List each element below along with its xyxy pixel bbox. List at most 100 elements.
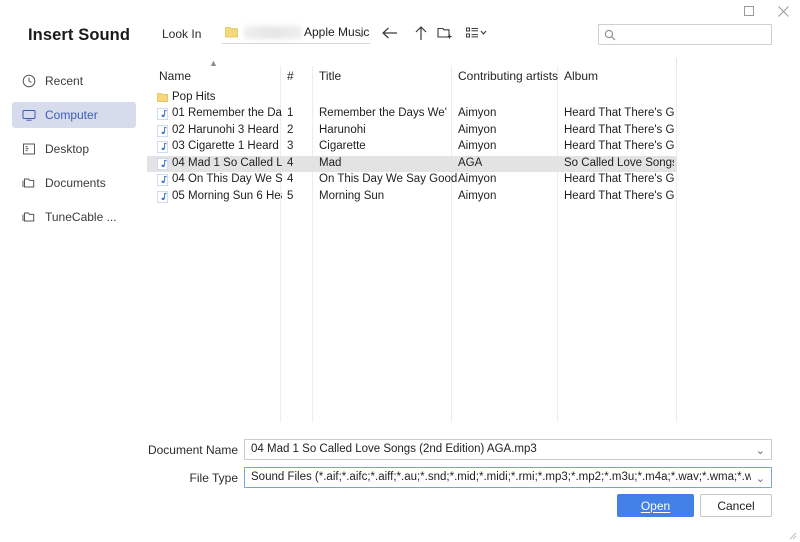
cell-number: 3 [287, 140, 294, 152]
close-icon [777, 5, 789, 17]
cell-number: 5 [287, 189, 294, 202]
table-row[interactable]: Pop Hits [147, 90, 677, 107]
look-in-label: Look In [162, 27, 202, 41]
folder-icon [22, 210, 36, 224]
cell-album: Heard That There's G... [564, 189, 674, 202]
music-note-icon [157, 190, 168, 203]
cell-title: Mad [319, 156, 342, 169]
sidebar-item-label: Documents [45, 176, 106, 190]
cell-album: So Called Love Songs... [564, 156, 674, 169]
cancel-button-label: Cancel [717, 498, 755, 513]
maximize-button[interactable] [732, 0, 766, 22]
sidebar-item-computer[interactable]: Computer [12, 102, 136, 128]
up-button[interactable] [410, 22, 432, 44]
resize-grip[interactable] [787, 530, 797, 540]
title-bar [0, 0, 800, 22]
document-name-label: Document Name [147, 443, 238, 457]
document-name-combo[interactable]: 04 Mad 1 So Called Love Songs (2nd Editi… [244, 439, 772, 460]
table-row-selected[interactable]: 04 Mad 1 So Called Lo... 4 Mad AGA So Ca… [147, 155, 677, 172]
cell-artist: AGA [458, 156, 483, 169]
close-button[interactable] [766, 0, 800, 22]
table-row[interactable]: 05 Morning Sun 6 Hear... 5 Morning Sun A… [147, 189, 677, 206]
blurred-path-segment [244, 26, 302, 39]
cell-album: Heard That There's G... [564, 140, 674, 152]
cell-artist: Aimyon [458, 140, 497, 152]
cancel-button[interactable]: Cancel [700, 494, 772, 517]
cell-album: Heard That There's G... [564, 123, 674, 136]
resize-grip-icon [789, 532, 797, 540]
file-list[interactable]: ▲ Name # Title Contributing artists Albu… [147, 58, 677, 422]
open-button[interactable]: Open [617, 494, 694, 517]
arrow-left-icon [381, 27, 397, 39]
chevron-down-icon[interactable]: ⌄ [756, 444, 765, 457]
music-note-icon [157, 108, 168, 120]
maximize-icon [744, 6, 754, 16]
search-input[interactable] [620, 27, 768, 43]
document-name-value: 04 Mad 1 So Called Love Songs (2nd Editi… [251, 443, 537, 455]
new-folder-button[interactable] [434, 22, 456, 44]
folder-icon [157, 92, 168, 104]
sidebar-item-label: TuneCable ... [45, 210, 117, 224]
monitor-icon [22, 108, 36, 122]
sidebar: Insert Sound Recent Computer Desktop Doc… [0, 22, 146, 542]
cell-number: 4 [287, 173, 294, 185]
chevron-down-icon[interactable]: ⌄ [357, 27, 366, 40]
file-type-value: Sound Files (*.aif;*.aifc;*.aiff;*.au;*.… [251, 471, 751, 483]
open-button-accel: O [640, 498, 651, 513]
chevron-down-icon[interactable]: ⌄ [756, 472, 765, 485]
cell-artist: Aimyon [458, 173, 497, 185]
table-row[interactable]: 01 Remember the Days... 1 Remember the D… [147, 106, 677, 123]
cell-artist: Aimyon [458, 107, 497, 119]
page-title: Insert Sound [28, 26, 131, 44]
cell-title: On This Day We Say Good... [319, 173, 457, 185]
arrow-up-icon [415, 26, 427, 40]
table-row[interactable]: 04 On This Day We Say... 4 On This Day W… [147, 172, 677, 189]
desktop-icon [22, 142, 36, 156]
cell-number: 1 [287, 107, 294, 119]
sidebar-item-label: Computer [45, 108, 98, 122]
look-in-dropdown[interactable]: Apple Music ⌄ [222, 22, 370, 44]
sidebar-item-label: Desktop [45, 142, 90, 156]
cell-title: Cigarette [319, 140, 366, 152]
table-row[interactable]: 03 Cigarette 1 Heard T... 3 Cigarette Ai… [147, 139, 677, 156]
music-note-icon [157, 141, 168, 153]
cell-name: 04 On This Day We Say... [172, 173, 282, 185]
column-header-album[interactable]: Album [564, 69, 674, 83]
folder-icon [225, 26, 238, 38]
sidebar-item-label: Recent [45, 74, 84, 88]
cell-artist: Aimyon [458, 123, 497, 136]
table-row[interactable]: 02 Harunohi 3 Heard T... 2 Harunohi Aimy… [147, 123, 677, 140]
sidebar-item-desktop[interactable]: Desktop [12, 136, 136, 162]
column-header-contributing-artists[interactable]: Contributing artists [458, 69, 560, 83]
sidebar-item-tunecable[interactable]: TuneCable ... [12, 204, 136, 230]
open-button-rest: pen [650, 498, 671, 513]
cell-title: Morning Sun [319, 189, 385, 202]
cell-album: Heard That There's G... [564, 107, 674, 119]
column-header-number[interactable]: # [287, 69, 313, 83]
file-type-label: File Type [189, 471, 238, 485]
cell-album: Heard That There's G... [564, 173, 674, 185]
cell-number: 2 [287, 123, 294, 136]
music-note-icon [157, 157, 168, 170]
back-button[interactable] [378, 22, 400, 44]
search-icon [604, 29, 616, 41]
cell-title: Remember the Days We'r... [319, 107, 447, 119]
search-box[interactable] [598, 24, 772, 45]
column-header-title[interactable]: Title [319, 69, 447, 83]
sidebar-item-documents[interactable]: Documents [12, 170, 136, 196]
cell-name: 02 Harunohi 3 Heard T... [172, 123, 282, 136]
column-header-name[interactable]: Name [159, 69, 281, 83]
cell-title: Harunohi [319, 123, 366, 136]
new-folder-icon [437, 27, 452, 39]
folder-icon [22, 176, 36, 190]
file-type-combo[interactable]: Sound Files (*.aif;*.aifc;*.aiff;*.au;*.… [244, 467, 772, 488]
cell-name: 03 Cigarette 1 Heard T... [172, 140, 282, 152]
sidebar-item-recent[interactable]: Recent [12, 68, 136, 94]
clock-icon [22, 74, 36, 88]
cell-artist: Aimyon [458, 189, 497, 202]
view-options-button[interactable] [462, 22, 492, 44]
music-note-icon [157, 174, 168, 186]
music-note-icon [157, 124, 168, 137]
cell-name: 01 Remember the Days... [172, 107, 282, 119]
cell-name: Pop Hits [172, 91, 216, 103]
